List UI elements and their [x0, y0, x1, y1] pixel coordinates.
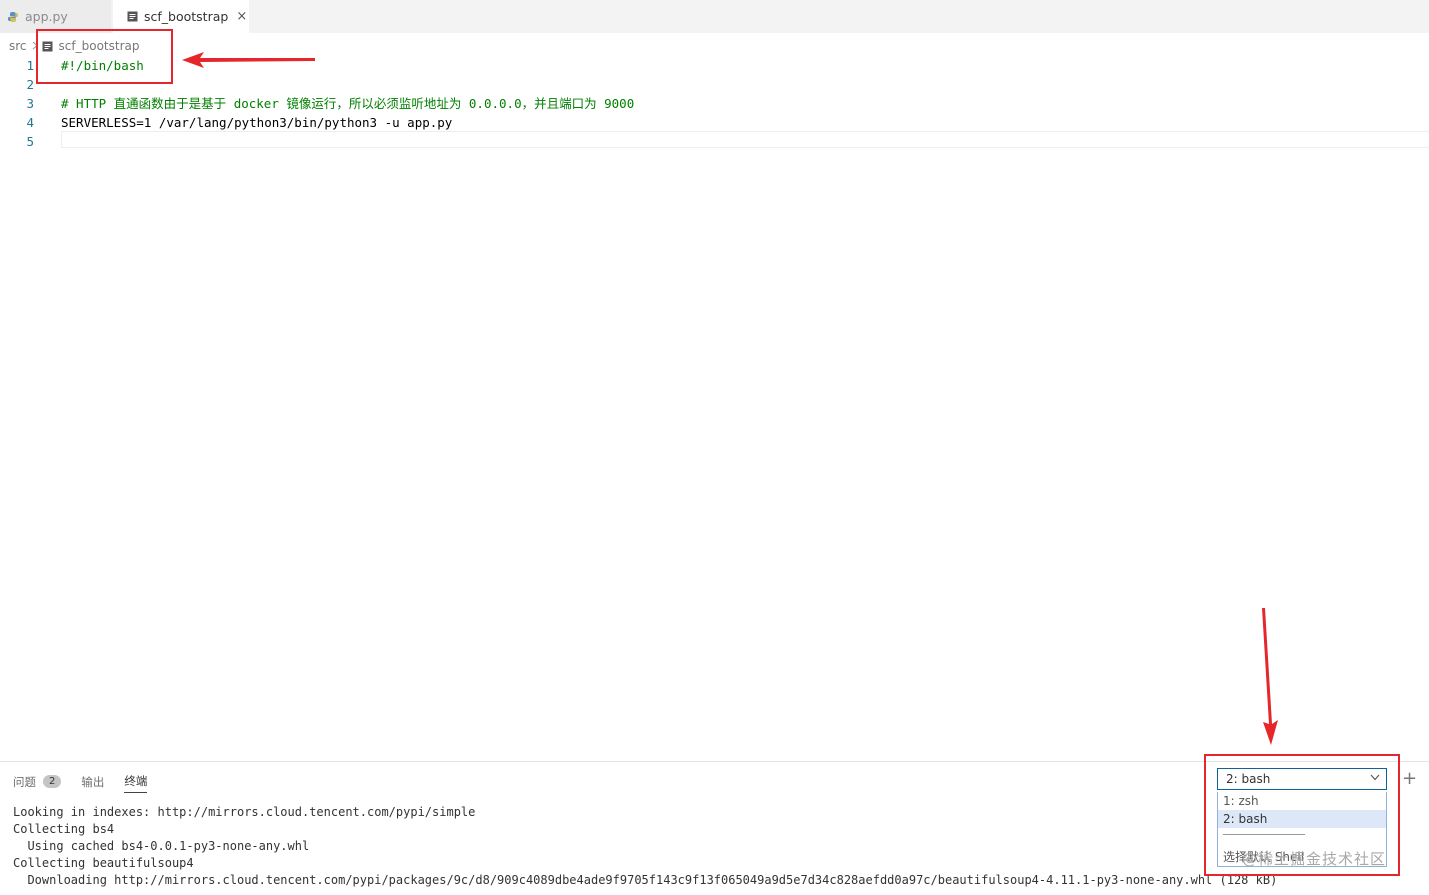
- panel-tabs: 问题 2 输出 终端: [13, 770, 167, 793]
- line-number: 2: [26, 77, 34, 92]
- file-icon: [127, 11, 138, 22]
- problems-count-badge: 2: [43, 775, 62, 788]
- terminal-line: Collecting beautifulsoup4: [13, 856, 194, 870]
- line-number-gutter: 1 2 3 4 5: [0, 56, 40, 151]
- line-number: 1: [26, 58, 34, 73]
- line-number: 5: [26, 134, 34, 149]
- tab-label: 终端: [124, 774, 148, 788]
- tab-label: scf_bootstrap: [144, 9, 229, 24]
- tab-label: 问题: [13, 774, 36, 789]
- close-icon[interactable]: ×: [236, 9, 247, 24]
- line-number: 3: [26, 96, 34, 111]
- code-line[interactable]: [61, 132, 634, 151]
- tab-label: 输出: [81, 774, 105, 789]
- terminal-line: Looking in indexes: http://mirrors.cloud…: [13, 805, 476, 819]
- line-number: 4: [26, 115, 34, 130]
- annotation-arrow-down-icon: [1262, 608, 1278, 745]
- annotation-box-top: [36, 29, 173, 84]
- annotation-arrow-left-icon: [182, 52, 315, 68]
- code-line[interactable]: SERVERLESS=1 /var/lang/python3/bin/pytho…: [61, 113, 634, 132]
- terminal-line: Downloading http://mirrors.cloud.tencent…: [13, 873, 1278, 887]
- code-line[interactable]: # HTTP 直通函数由于是基于 docker 镜像运行，所以必须监听地址为 0…: [61, 94, 634, 113]
- breadcrumb-folder[interactable]: src: [9, 39, 27, 53]
- new-terminal-plus-icon[interactable]: +: [1402, 768, 1417, 789]
- tab-problems[interactable]: 问题 2: [13, 771, 62, 793]
- terminal-line: Using cached bs4-0.0.1-py3-none-any.whl: [13, 839, 310, 853]
- tab-terminal[interactable]: 终端: [124, 770, 148, 793]
- python-icon: [7, 11, 19, 23]
- annotation-box-bottom: [1204, 754, 1400, 876]
- tab-output[interactable]: 输出: [81, 771, 104, 793]
- tab-label: app.py: [25, 9, 68, 24]
- terminal-output[interactable]: Looking in indexes: http://mirrors.cloud…: [13, 804, 1277, 889]
- tab-bar: app.py scf_bootstrap ×: [0, 0, 1429, 33]
- terminal-line: Collecting bs4: [13, 822, 115, 836]
